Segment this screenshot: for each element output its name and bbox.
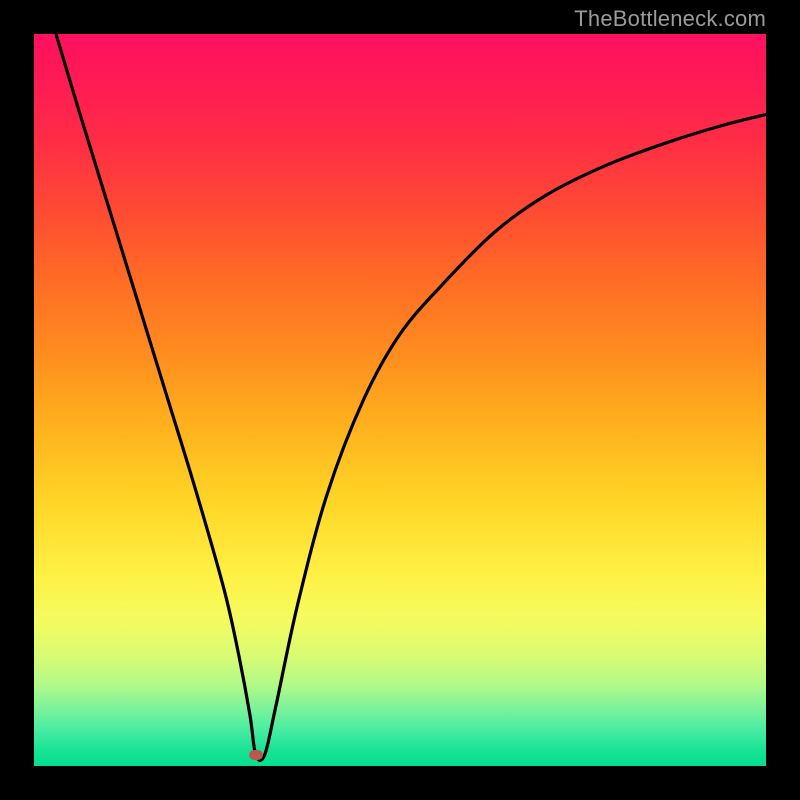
optimum-marker bbox=[249, 750, 263, 760]
watermark-text: TheBottleneck.com bbox=[574, 6, 766, 32]
bottleneck-curve bbox=[34, 34, 766, 766]
chart-frame: TheBottleneck.com bbox=[0, 0, 800, 800]
plot-area bbox=[34, 34, 766, 766]
curve-path bbox=[56, 34, 766, 760]
